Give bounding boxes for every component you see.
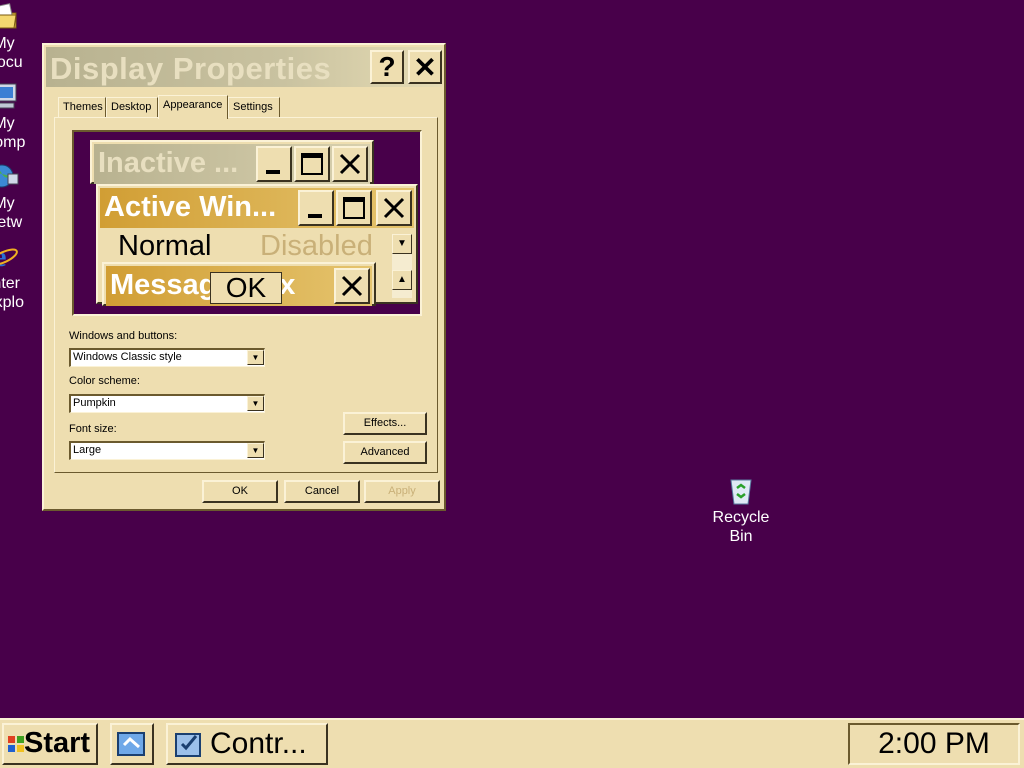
preview-inactive-window: Inactive ...	[90, 140, 374, 184]
preview-menu-disabled: Disabled	[260, 230, 373, 262]
preview-active-titlebar: Active Win...	[100, 188, 414, 228]
close-button[interactable]: ✕	[408, 50, 442, 84]
chevron-down-icon[interactable]: ▼	[247, 396, 264, 411]
apply-button[interactable]: Apply	[364, 480, 440, 503]
preview-inactive-title: Inactive ...	[98, 147, 239, 179]
my-documents-icon	[0, 3, 17, 29]
appearance-tab-panel: Inactive ... Active Win... Normal Disabl…	[54, 117, 438, 473]
preview-close-icon	[332, 146, 368, 182]
system-clock[interactable]: 2:00 PM	[848, 723, 1020, 765]
help-icon: ?	[378, 51, 396, 82]
svg-text:e: e	[0, 242, 6, 272]
my-computer-icon	[0, 83, 17, 109]
control-panel-icon	[175, 733, 201, 757]
preview-close-icon	[376, 190, 412, 226]
internet-explorer-icon: e	[0, 242, 18, 272]
taskbar: Start Contr... 2:00 PM	[0, 718, 1024, 768]
display-properties-dialog: Display Properties ? ✕ Themes Desktop Ap…	[42, 43, 446, 511]
appearance-preview: Inactive ... Active Win... Normal Disabl…	[72, 130, 422, 316]
recycle-bin-icon	[730, 479, 752, 505]
font-size-select[interactable]: Large ▼	[69, 441, 265, 460]
ok-button[interactable]: OK	[202, 480, 278, 503]
tab-appearance[interactable]: Appearance	[158, 95, 228, 119]
windows-buttons-value: Windows Classic style	[73, 351, 182, 363]
preview-maximize-icon	[294, 146, 330, 182]
color-scheme-label: Color scheme:	[69, 375, 140, 387]
tab-themes[interactable]: Themes	[58, 97, 106, 117]
desktop-icon-label: Bin	[729, 528, 753, 545]
preview-active-title: Active Win...	[104, 191, 277, 223]
close-icon: ✕	[413, 51, 437, 83]
dialog-title: Display Properties	[50, 51, 332, 86]
color-scheme-select[interactable]: Pumpkin ▼	[69, 394, 265, 413]
help-button[interactable]: ?	[370, 50, 404, 84]
preview-close-icon	[334, 268, 370, 304]
windows-buttons-label: Windows and buttons:	[69, 330, 178, 342]
windows-buttons-select[interactable]: Windows Classic style ▼	[69, 348, 265, 367]
preview-message-box-titlebar: Message Box OK	[106, 266, 372, 306]
preview-scrollbar: ▼ ▲	[392, 234, 412, 298]
tab-desktop[interactable]: Desktop	[106, 97, 158, 117]
dialog-titlebar[interactable]: Display Properties ? ✕	[46, 47, 442, 87]
chevron-down-icon[interactable]: ▼	[247, 443, 264, 458]
my-network-icon	[0, 164, 19, 188]
scroll-down-icon: ▼	[392, 234, 412, 254]
font-size-value: Large	[73, 444, 102, 456]
quicklaunch-show-desktop[interactable]	[110, 723, 154, 765]
preview-message-box: Message Box OK	[102, 262, 376, 306]
preview-maximize-icon	[336, 190, 372, 226]
start-button[interactable]: Start	[2, 723, 98, 765]
task-label: Contr...	[210, 727, 307, 760]
advanced-button[interactable]: Advanced	[343, 441, 427, 464]
color-scheme-value: Pumpkin	[73, 397, 116, 409]
preview-minimize-icon	[298, 190, 334, 226]
show-desktop-icon	[117, 732, 145, 756]
preview-menu-normal: Normal	[118, 230, 212, 262]
desktop-icon-recycle-bin[interactable]: Recycle Bin	[700, 474, 782, 546]
taskbar-task-control-panel[interactable]: Contr...	[166, 723, 328, 765]
start-label: Start	[24, 727, 91, 759]
tab-settings[interactable]: Settings	[228, 97, 280, 117]
desktop-icon-label: Recycle	[712, 509, 770, 526]
cancel-button[interactable]: Cancel	[284, 480, 360, 503]
chevron-down-icon[interactable]: ▼	[247, 350, 264, 365]
font-size-label: Font size:	[69, 423, 117, 435]
preview-inactive-titlebar: Inactive ...	[94, 144, 370, 184]
preview-ok-button: OK	[210, 272, 282, 304]
windows-logo-icon	[8, 736, 24, 752]
effects-button[interactable]: Effects...	[343, 412, 427, 435]
scroll-up-icon: ▲	[392, 270, 412, 290]
preview-minimize-icon	[256, 146, 292, 182]
